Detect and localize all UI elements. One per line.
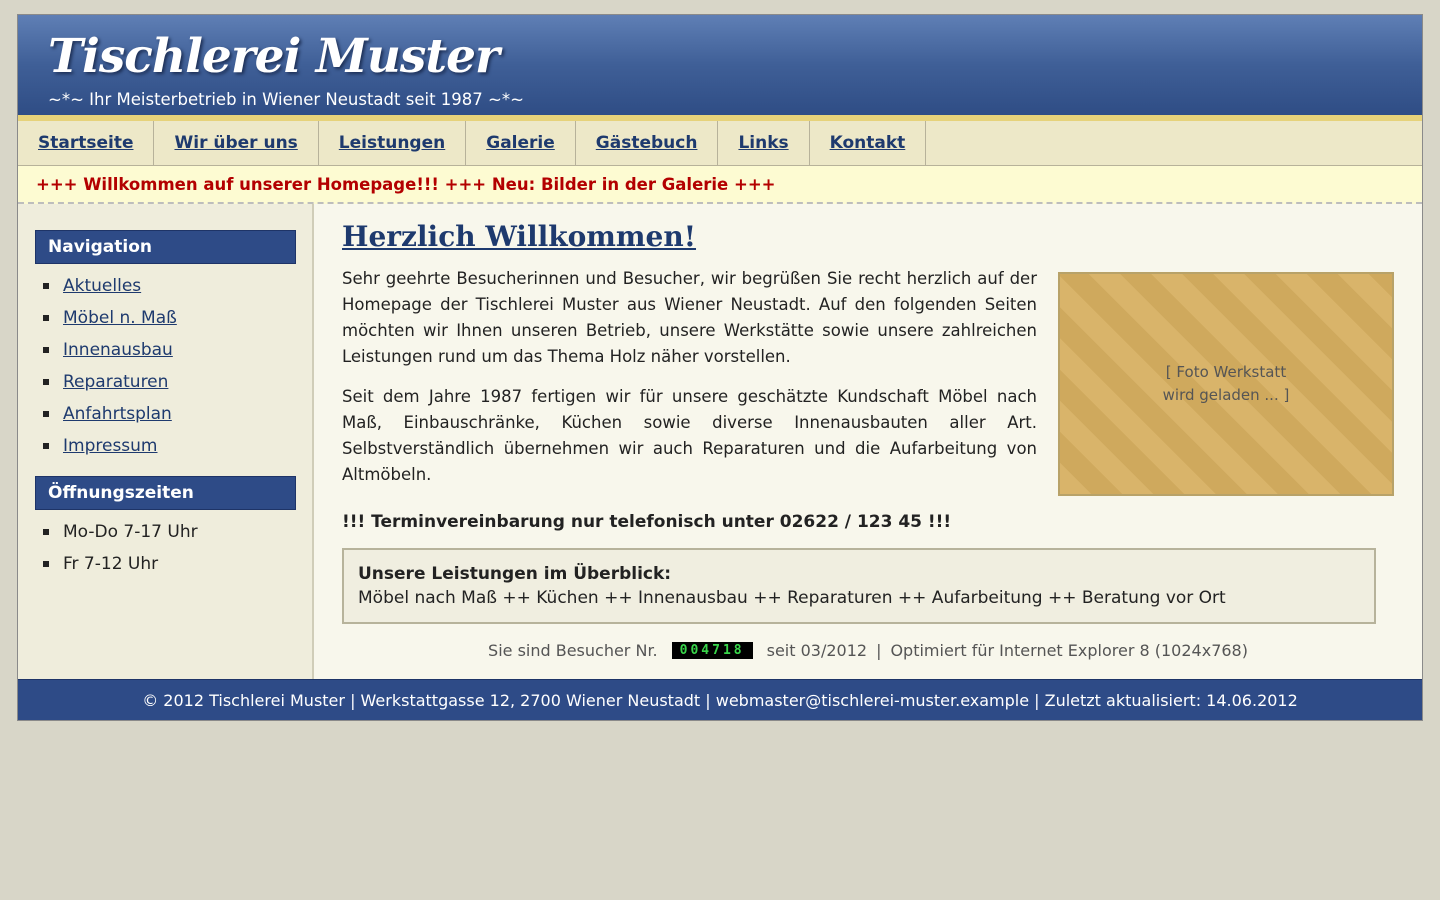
intro-paragraph-2: Seit dem Jahre 1987 fertigen wir für uns…: [342, 387, 1037, 484]
list-item: Reparaturen: [41, 366, 312, 398]
topnav-wir-ueber-uns[interactable]: Wir über uns: [154, 121, 319, 165]
topnav-leistungen[interactable]: Leistungen: [319, 121, 467, 165]
services-overview-box: Unsere Leistungen im Überblick: Möbel na…: [342, 548, 1376, 624]
list-item: Möbel n. Maß: [41, 302, 312, 334]
site-title: Tischlerei Muster: [48, 29, 500, 84]
sidebar-navigation-list: Aktuelles Möbel n. Maß Innenausbau Repar…: [18, 264, 312, 476]
topnav-galerie[interactable]: Galerie: [466, 121, 576, 165]
photo-placeholder-text-line1: [ Foto Werkstatt: [1165, 363, 1287, 381]
list-item: Impressum: [41, 430, 312, 462]
topnav-kontakt[interactable]: Kontakt: [810, 121, 927, 165]
topnav-links[interactable]: Links: [718, 121, 810, 165]
browser-optimized-note: Optimiert für Internet Explorer 8 (1024x…: [890, 641, 1248, 660]
sidebar-link-innenausbau[interactable]: Innenausbau: [63, 340, 173, 360]
page-container: Tischlerei Muster ~*~ Ihr Meisterbetrieb…: [17, 14, 1423, 721]
counter-since: seit 03/2012: [766, 641, 868, 660]
services-overview-text: Möbel nach Maß ++ Küchen ++ Innenausbau …: [358, 588, 1226, 608]
topnav-startseite[interactable]: Startseite: [18, 121, 155, 165]
footer-text: © 2012 Tischlerei Muster | Werkstattgass…: [142, 690, 1298, 710]
sidebar-link-anfahrtsplan[interactable]: Anfahrtsplan: [63, 404, 172, 424]
sidebar-hours-heading: Öffnungszeiten: [35, 476, 296, 510]
content-wrapper: Navigation Aktuelles Möbel n. Maß Innena…: [18, 204, 1422, 679]
opening-hours-weekdays: Mo-Do 7-17 Uhr: [63, 522, 198, 542]
list-item: Innenausbau: [41, 334, 312, 366]
sidebar-navigation-heading: Navigation: [35, 230, 296, 264]
ticker-text: +++ Willkommen auf unserer Homepage!!! +…: [36, 174, 776, 194]
counter-separator: |: [876, 641, 882, 660]
top-navigation: Startseite Wir über uns Leistungen Galer…: [18, 121, 1422, 166]
intro-paragraph-1: Sehr geehrte Besucherinnen und Besucher,…: [342, 269, 1037, 366]
page-title: Herzlich Willkommen!: [342, 220, 697, 253]
counter-prefix: Sie sind Besucher Nr.: [488, 641, 658, 660]
sidebar-link-moebel-nach-mass[interactable]: Möbel n. Maß: [63, 308, 177, 328]
appointment-notice: !!! Terminvereinbarung nur telefonisch u…: [342, 512, 952, 532]
topnav-gaestebuch[interactable]: Gästebuch: [576, 121, 719, 165]
visitor-counter: 004718: [671, 642, 753, 659]
list-item: Anfahrtsplan: [41, 398, 312, 430]
sidebar: Navigation Aktuelles Möbel n. Maß Innena…: [18, 204, 314, 679]
workshop-photo-placeholder: [ Foto Werkstatt wird geladen ... ]: [1058, 272, 1394, 496]
main-content: Herzlich Willkommen! [ Foto Werkstatt wi…: [314, 204, 1422, 679]
site-slogan: ~*~ Ihr Meisterbetrieb in Wiener Neustad…: [48, 90, 524, 109]
site-footer: © 2012 Tischlerei Muster | Werkstattgass…: [18, 679, 1422, 720]
opening-hours-friday: Fr 7-12 Uhr: [63, 554, 159, 574]
photo-placeholder-text-line2: wird geladen ... ]: [1162, 386, 1290, 404]
list-item: Fr 7-12 Uhr: [41, 548, 312, 580]
list-item: Mo-Do 7-17 Uhr: [41, 516, 312, 548]
site-header: Tischlerei Muster ~*~ Ihr Meisterbetrieb…: [18, 15, 1422, 121]
sidebar-link-aktuelles[interactable]: Aktuelles: [63, 276, 141, 296]
opening-hours-list: Mo-Do 7-17 Uhr Fr 7-12 Uhr: [18, 510, 312, 594]
sidebar-link-impressum[interactable]: Impressum: [63, 436, 158, 456]
news-ticker: +++ Willkommen auf unserer Homepage!!! +…: [18, 166, 1422, 204]
services-overview-title: Unsere Leistungen im Überblick:: [358, 564, 672, 584]
visitor-counter-line: Sie sind Besucher Nr. 004718 seit 03/201…: [342, 641, 1394, 660]
list-item: Aktuelles: [41, 270, 312, 302]
sidebar-link-reparaturen[interactable]: Reparaturen: [63, 372, 168, 392]
